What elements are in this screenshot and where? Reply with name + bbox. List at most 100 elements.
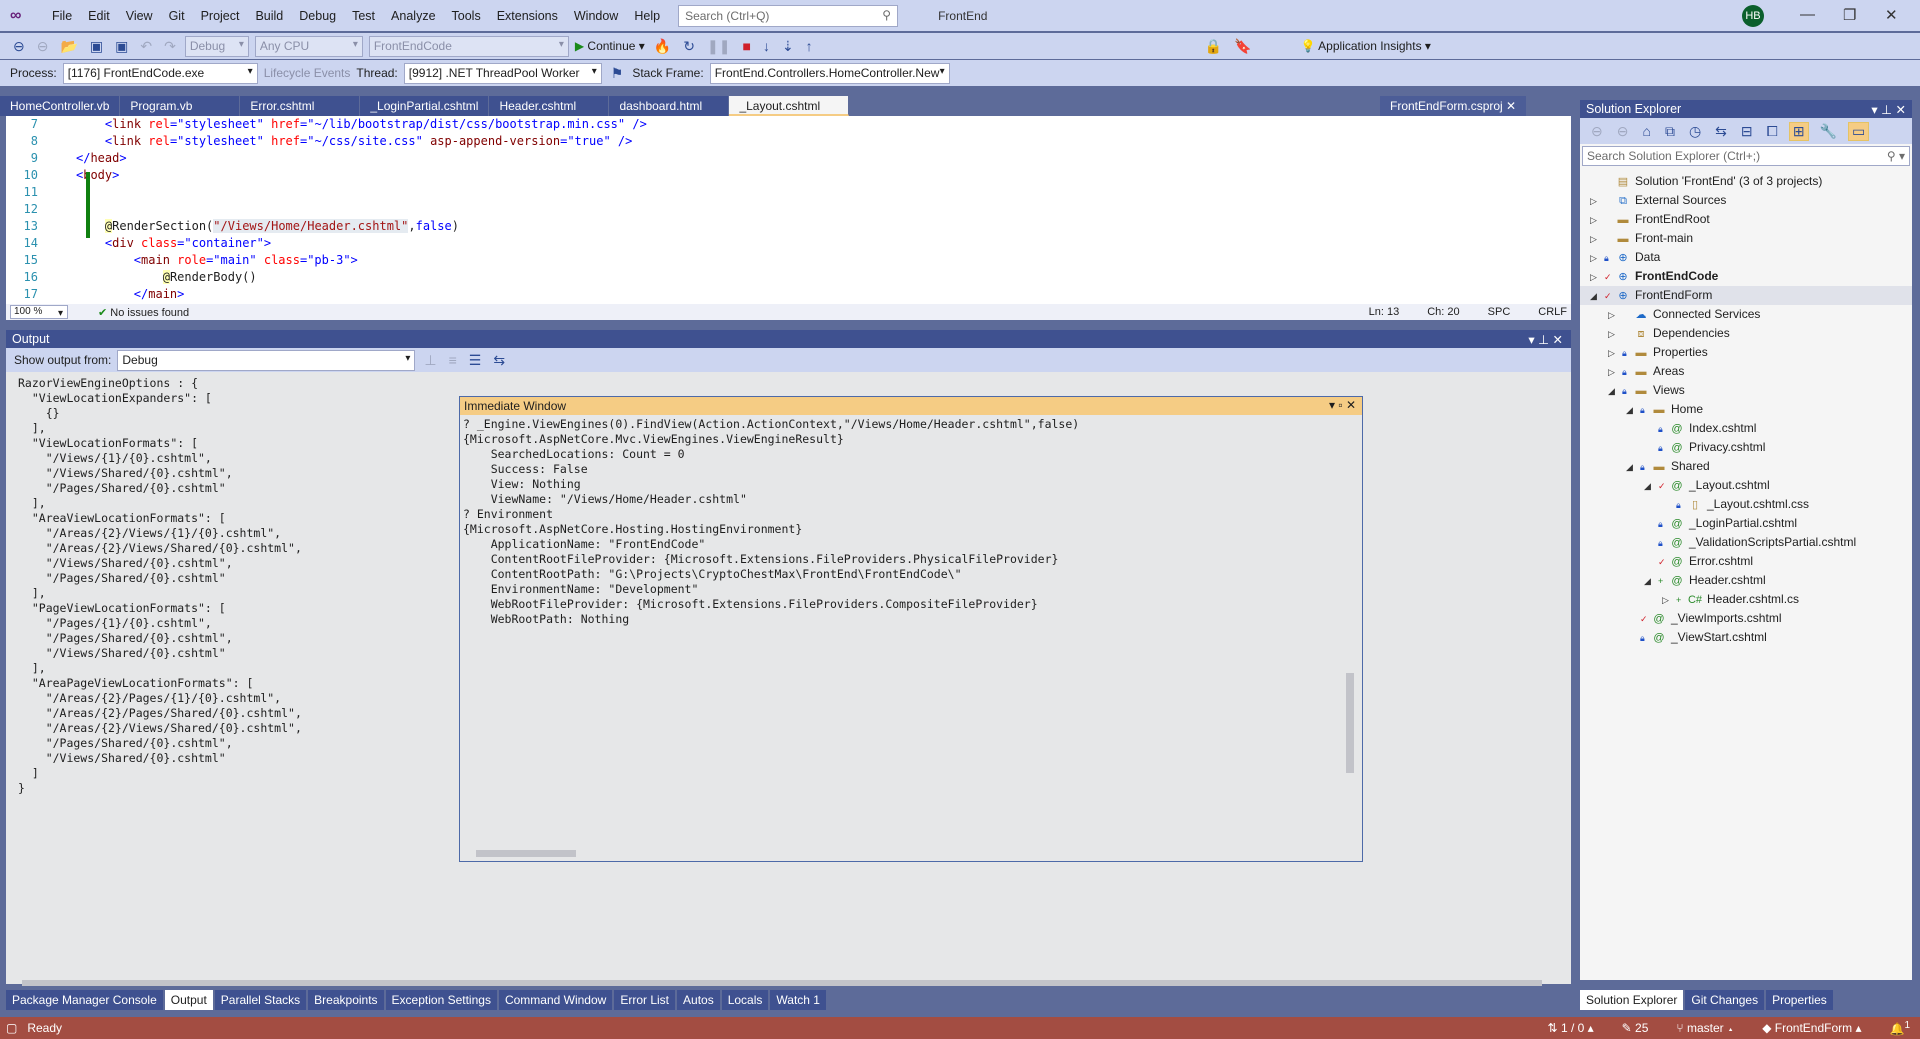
tab-error-cshtml[interactable]: Error.cshtml bbox=[240, 96, 361, 116]
clear-all-icon[interactable]: ☰ bbox=[466, 352, 485, 369]
solution-explorer-close-icon[interactable]: ▾ ⊥ ✕ bbox=[1871, 102, 1906, 117]
back-icon[interactable]: ⊖ bbox=[1588, 123, 1606, 140]
platform-select[interactable]: Any CPU bbox=[254, 35, 363, 57]
tab-output[interactable]: Output bbox=[164, 990, 213, 1010]
lock-icon[interactable]: 🔒 bbox=[1202, 38, 1225, 55]
menu-help[interactable]: Help bbox=[626, 9, 668, 23]
whitespace-mode[interactable]: SPC bbox=[1488, 306, 1511, 318]
pending-changes-status[interactable]: ✎ 25 bbox=[1622, 1021, 1649, 1035]
issues-status[interactable]: ✔ No issues found bbox=[98, 306, 189, 319]
immediate-close-icon[interactable]: ▾ ▫ ✕ bbox=[1329, 398, 1356, 412]
branch-status[interactable]: ⑂ master ▴ bbox=[1676, 1021, 1734, 1035]
tree-item[interactable]: ▷ 🔒︎ ⊕ Data bbox=[1580, 248, 1912, 267]
tab-program-vb[interactable]: Program.vb bbox=[120, 96, 241, 116]
preview-icon[interactable]: ⊞ bbox=[1788, 121, 1809, 141]
collapsed-arrow-icon[interactable]: ▷ bbox=[1590, 268, 1604, 287]
tab--layout-cshtml[interactable]: _Layout.cshtml bbox=[729, 96, 850, 116]
menu-debug[interactable]: Debug bbox=[291, 9, 344, 23]
tree-item[interactable]: ▷ 🔒︎ ▬ Areas bbox=[1580, 362, 1912, 381]
code-editor[interactable]: 7 <link rel="stylesheet" href="~/lib/boo… bbox=[6, 116, 1571, 304]
tree-item[interactable]: 🔒︎ @ Index.cshtml bbox=[1580, 419, 1912, 438]
tree-item[interactable]: ▷ ⧉ External Sources bbox=[1580, 191, 1912, 210]
close-icon[interactable]: ✕ bbox=[1885, 6, 1898, 24]
stack-frame-select[interactable]: FrontEnd.Controllers.HomeController.New bbox=[709, 62, 950, 84]
collapsed-arrow-icon[interactable]: ▷ bbox=[1608, 344, 1622, 363]
tree-item[interactable]: ▷ + C# Header.cshtml.cs bbox=[1580, 590, 1912, 609]
menu-edit[interactable]: Edit bbox=[80, 9, 118, 23]
configuration-select[interactable]: Debug bbox=[184, 35, 249, 57]
tab-homecontroller-vb[interactable]: HomeController.vb bbox=[0, 96, 121, 116]
tab-dashboard-html[interactable]: dashboard.html bbox=[609, 96, 730, 116]
flag-icon[interactable]: ⚑ bbox=[608, 65, 627, 82]
tab-error-list[interactable]: Error List bbox=[614, 990, 676, 1010]
prev-message-icon[interactable]: ≡ bbox=[446, 352, 460, 368]
pending-changes-icon[interactable]: ◷ bbox=[1686, 123, 1704, 140]
menu-project[interactable]: Project bbox=[193, 9, 248, 23]
zoom-select[interactable]: 100 % bbox=[10, 305, 68, 319]
menu-view[interactable]: View bbox=[118, 9, 161, 23]
menu-file[interactable]: File bbox=[44, 9, 80, 23]
tab-locals[interactable]: Locals bbox=[721, 990, 769, 1010]
avatar[interactable]: HB bbox=[1742, 5, 1764, 27]
menu-git[interactable]: Git bbox=[161, 9, 193, 23]
tab-header-cshtml[interactable]: Header.cshtml bbox=[489, 96, 610, 116]
expanded-arrow-icon[interactable]: ◢ bbox=[1644, 477, 1658, 496]
save-icon[interactable]: ▣ bbox=[87, 38, 106, 55]
tree-item[interactable]: ▷ ▬ FrontEndRoot bbox=[1580, 210, 1912, 229]
process-select[interactable]: [1176] FrontEndCode.exe bbox=[62, 62, 258, 84]
collapsed-arrow-icon[interactable]: ▷ bbox=[1662, 591, 1676, 610]
lifecycle-events-button[interactable]: Lifecycle Events bbox=[264, 66, 351, 80]
tree-item[interactable]: ◢ 🔒︎ ▬ Home bbox=[1580, 400, 1912, 419]
stop-icon[interactable]: ■ bbox=[739, 38, 753, 54]
thread-select[interactable]: [9912] .NET ThreadPool Worker bbox=[403, 62, 602, 84]
word-wrap-icon[interactable]: ⇆ bbox=[490, 352, 508, 369]
find-message-icon[interactable]: ⊥ bbox=[421, 352, 439, 369]
tab-parallel-stacks[interactable]: Parallel Stacks bbox=[214, 990, 307, 1010]
tree-item[interactable]: ✓ @ Error.cshtml bbox=[1580, 552, 1912, 571]
sync-status[interactable]: ⇅ 1 / 0 ▴ bbox=[1548, 1021, 1594, 1035]
continue-button[interactable]: ▶ Continue ▾ bbox=[575, 39, 645, 53]
preview-selected-icon[interactable]: ▭ bbox=[1848, 121, 1870, 141]
menu-window[interactable]: Window bbox=[566, 9, 626, 23]
undo-icon[interactable]: ↶ bbox=[137, 38, 155, 55]
output-source-select[interactable]: Debug bbox=[117, 349, 416, 371]
output-horizontal-scrollbar[interactable] bbox=[22, 980, 1542, 986]
step-into-icon[interactable]: ⇣ bbox=[779, 38, 797, 55]
immediate-window[interactable]: Immediate Window ▾ ▫ ✕ ? _Engine.ViewEngi… bbox=[459, 396, 1363, 862]
menu-extensions[interactable]: Extensions bbox=[489, 9, 566, 23]
immediate-text[interactable]: ? _Engine.ViewEngines(0).FindView(Action… bbox=[460, 415, 1362, 629]
restart-icon[interactable]: ↻ bbox=[680, 38, 698, 55]
sync-icon[interactable]: ⇆ bbox=[1712, 123, 1730, 140]
menu-analyze[interactable]: Analyze bbox=[383, 9, 443, 23]
panel-close-icon[interactable]: ▾ ⊥ ✕ bbox=[1528, 332, 1563, 347]
forward-icon[interactable]: ⊖ bbox=[1614, 123, 1632, 140]
tree-item[interactable]: ▤ Solution 'FrontEnd' (3 of 3 projects) bbox=[1580, 172, 1912, 191]
expanded-arrow-icon[interactable]: ◢ bbox=[1644, 572, 1658, 591]
redo-icon[interactable]: ↷ bbox=[161, 38, 179, 55]
tab-solution-explorer[interactable]: Solution Explorer bbox=[1580, 990, 1684, 1010]
show-all-files-icon[interactable]: ⧠ bbox=[1764, 123, 1781, 140]
tab-frontendform-csproj[interactable]: FrontEndForm.csproj ✕ bbox=[1380, 96, 1528, 116]
line-ending[interactable]: CRLF bbox=[1538, 306, 1567, 318]
pause-icon[interactable]: ❚❚ bbox=[704, 38, 733, 55]
tree-item[interactable]: ◢ 🔒︎ ▬ Shared bbox=[1580, 457, 1912, 476]
tree-item[interactable]: ◢ + @ Header.cshtml bbox=[1580, 571, 1912, 590]
tree-item[interactable]: ▷ ☁ Connected Services bbox=[1580, 305, 1912, 324]
collapsed-arrow-icon[interactable]: ▷ bbox=[1608, 306, 1622, 325]
forward-icon[interactable]: ⊖ bbox=[34, 38, 52, 55]
tree-item[interactable]: ▷ ⧈ Dependencies bbox=[1580, 324, 1912, 343]
immediate-horizontal-scrollbar[interactable] bbox=[476, 850, 576, 857]
menu-test[interactable]: Test bbox=[344, 9, 383, 23]
collapsed-arrow-icon[interactable]: ▷ bbox=[1590, 230, 1604, 249]
tab-package-manager-console[interactable]: Package Manager Console bbox=[6, 990, 163, 1010]
tab-watch-1[interactable]: Watch 1 bbox=[770, 990, 826, 1010]
back-icon[interactable]: ⊖ bbox=[10, 38, 28, 55]
notifications-button[interactable]: 🔔1 bbox=[1889, 1020, 1910, 1036]
expanded-arrow-icon[interactable]: ◢ bbox=[1626, 458, 1640, 477]
expanded-arrow-icon[interactable]: ◢ bbox=[1608, 382, 1622, 401]
save-all-icon[interactable]: ▣ bbox=[112, 38, 131, 55]
tab-git-changes[interactable]: Git Changes bbox=[1685, 990, 1765, 1010]
collapsed-arrow-icon[interactable]: ▷ bbox=[1590, 249, 1604, 268]
tree-item[interactable]: 🔒︎ @ Privacy.cshtml bbox=[1580, 438, 1912, 457]
tree-item[interactable]: 🔒︎ ▯ _Layout.cshtml.css bbox=[1580, 495, 1912, 514]
